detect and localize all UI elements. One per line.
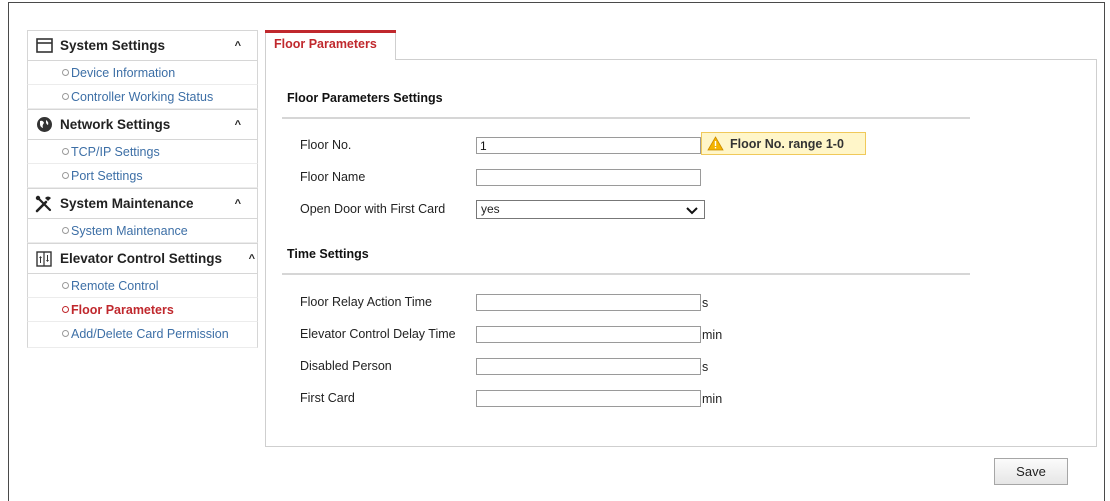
unit-label: min [702,328,723,342]
sidebar-item-label: System Maintenance [71,224,188,238]
select-value: yes [481,202,500,216]
sidebar-group-system-maintenance[interactable]: System Maintenance ^ [27,188,258,219]
section-divider [282,273,970,275]
elevator-control-delay-time-label: Elevator Control Delay Time [300,327,456,341]
sidebar-item-label: Device Information [71,66,176,80]
floor-name-input[interactable] [476,169,701,186]
bullet-icon [62,306,69,314]
chevron-down-icon [686,204,698,218]
floor-no-input[interactable] [476,137,701,154]
section-divider [282,117,970,119]
section-title-time-settings: Time Settings [287,247,369,261]
sidebar-item-label: Port Settings [71,169,143,183]
warning-text: Floor No. range 1-0 [730,136,844,151]
sidebar-group-label: Elevator Control Settings [60,251,223,266]
floor-no-warning: Floor No. range 1-0 [701,132,866,155]
sidebar-item-label: Add/Delete Card Permission [71,327,229,341]
sidebar-group-label: Network Settings [60,117,171,132]
sidebar: System Settings ^ Device Information Con… [27,30,258,348]
sidebar-item-label: TCP/IP Settings [71,145,160,159]
bullet-icon [62,227,69,235]
globe-icon [35,116,53,134]
bullet-icon [62,69,69,77]
unit-label: s [702,296,709,310]
sidebar-item-label: Remote Control [71,279,159,293]
section-title-floor-parameters: Floor Parameters Settings [287,91,443,105]
first-card-input[interactable] [476,390,701,407]
sidebar-group-label: System Settings [60,38,166,53]
caret-up-icon[interactable]: ^ [249,253,255,265]
sidebar-group-network-settings[interactable]: Network Settings ^ [27,109,258,140]
caret-up-icon[interactable]: ^ [235,119,241,131]
elevator-icon [35,250,53,268]
bullet-icon [62,282,69,290]
sidebar-item-system-maintenance[interactable]: System Maintenance [27,219,258,243]
unit-label: min [702,392,723,406]
sidebar-item-label: Controller Working Status [71,90,214,104]
sidebar-group-system-settings[interactable]: System Settings ^ [27,30,258,61]
bullet-icon [62,172,69,180]
floor-no-label: Floor No. [300,138,352,152]
tab-floor-parameters[interactable]: Floor Parameters [265,30,396,60]
sidebar-item-device-information[interactable]: Device Information [27,61,258,85]
sidebar-item-port-settings[interactable]: Port Settings [27,164,258,188]
sidebar-item-label: Floor Parameters [71,303,174,317]
sidebar-group-label: System Maintenance [60,196,194,211]
unit-label: s [702,360,709,374]
elevator-control-delay-time-input[interactable] [476,326,701,343]
tools-icon [35,195,53,213]
open-door-first-card-select[interactable]: yes [476,200,705,219]
bullet-icon [62,93,69,101]
sidebar-item-tcpip-settings[interactable]: TCP/IP Settings [27,140,258,164]
bullet-icon [62,330,69,338]
caret-up-icon[interactable]: ^ [235,198,241,210]
floor-relay-action-time-label: Floor Relay Action Time [300,295,432,309]
first-card-label: First Card [300,391,355,405]
warning-icon [707,136,724,151]
disabled-person-label: Disabled Person [300,359,392,373]
sidebar-item-add-delete-card-permission[interactable]: Add/Delete Card Permission [27,322,258,348]
disabled-person-input[interactable] [476,358,701,375]
bullet-icon [62,148,69,156]
caret-up-icon[interactable]: ^ [235,40,241,52]
floor-name-label: Floor Name [300,170,366,184]
window-icon [35,37,53,55]
sidebar-group-elevator-control-settings[interactable]: Elevator Control Settings ^ [27,243,258,274]
sidebar-item-controller-working-status[interactable]: Controller Working Status [27,85,258,109]
floor-relay-action-time-input[interactable] [476,294,701,311]
open-door-first-card-label: Open Door with First Card [300,202,446,216]
save-button[interactable]: Save [994,458,1068,485]
sidebar-item-floor-parameters[interactable]: Floor Parameters [27,298,258,322]
sidebar-item-remote-control[interactable]: Remote Control [27,274,258,298]
